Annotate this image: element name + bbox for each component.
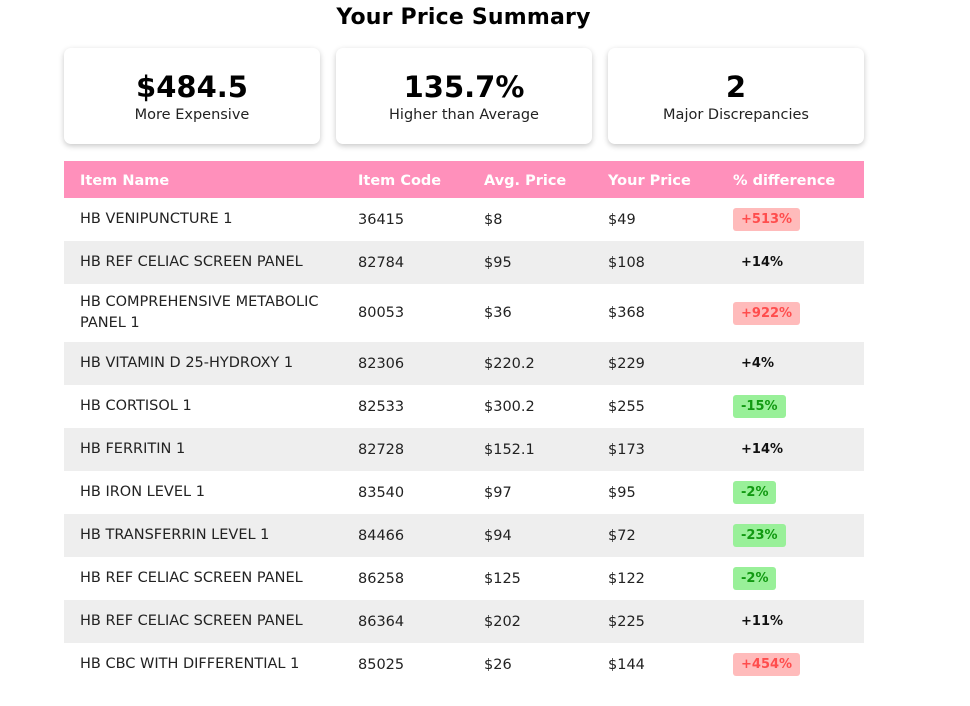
- your-price-cell: $173: [608, 441, 645, 458]
- column-header-item-code: Item Code: [358, 172, 442, 189]
- item-name-cell: HB TRANSFERRIN LEVEL 1: [80, 527, 270, 543]
- item-code-cell: 80053: [358, 305, 405, 321]
- difference-badge: -2%: [733, 481, 777, 504]
- table-row: HB TRANSFERRIN LEVEL 1 84466 $94 $72 -23%: [64, 514, 864, 557]
- item-name-cell: HB REF CELIAC SCREEN PANEL: [80, 254, 303, 270]
- item-name-cell: HB REF CELIAC SCREEN PANEL: [80, 613, 303, 629]
- item-code-cell: 82306: [358, 355, 405, 372]
- table-row: HB IRON LEVEL 1 83540 $97 $95 -2%: [64, 471, 864, 514]
- difference-badge: +11%: [741, 614, 784, 629]
- difference-badge: +513%: [733, 208, 801, 231]
- table-row: HB COMPREHENSIVE METABOLIC PANEL 1 80053 $…: [64, 284, 864, 342]
- difference-badge: +922%: [733, 301, 801, 325]
- table-row: HB CORTISOL 1 82533 $300.2 $255 -15%: [64, 385, 864, 428]
- difference-badge: -23%: [733, 524, 786, 547]
- table-body: HB VENIPUNCTURE 1 36415 $8 $49 +513% HB REF C…: [64, 198, 864, 686]
- column-header-item-name: Item Name: [80, 172, 170, 189]
- item-code-cell: 84466: [358, 527, 405, 544]
- your-price-cell: $144: [608, 656, 645, 673]
- summary-card-major-discrepancies: 2 Major Discrepancies: [608, 48, 864, 144]
- avg-price-cell: $300.2: [484, 398, 535, 415]
- avg-price-cell: $220.2: [484, 355, 535, 372]
- percent-difference-cell: +922%: [717, 284, 864, 342]
- summary-card-value: 135.7%: [403, 70, 525, 104]
- your-price-cell: $72: [608, 527, 636, 544]
- item-code-cell: 86258: [358, 570, 405, 587]
- difference-badge: +14%: [741, 442, 784, 457]
- avg-price-cell: $125: [484, 570, 521, 587]
- avg-price-cell: $8: [484, 211, 503, 228]
- summary-card-value: $484.5: [136, 70, 248, 104]
- percent-difference-cell: +14%: [717, 428, 864, 471]
- table-row: HB FERRITIN 1 82728 $152.1 $173 +14%: [64, 428, 864, 471]
- item-code-cell: 36415: [358, 211, 405, 228]
- avg-price-cell: $202: [484, 613, 521, 630]
- summary-card-label: Major Discrepancies: [663, 107, 809, 123]
- item-name-cell: HB COMPREHENSIVE METABOLIC PANEL 1: [80, 294, 319, 331]
- percent-difference-cell: -2%: [717, 557, 864, 600]
- percent-difference-cell: -23%: [717, 514, 864, 557]
- table-row: HB REF CELIAC SCREEN PANEL 86364 $202 $225 +…: [64, 600, 864, 643]
- table-row: HB VITAMIN D 25-HYDROXY 1 82306 $220.2 $229…: [64, 342, 864, 385]
- avg-price-cell: $26: [484, 656, 512, 673]
- percent-difference-cell: -2%: [717, 471, 864, 514]
- item-name-cell: HB CBC WITH DIFFERENTIAL 1: [80, 656, 300, 672]
- item-code-cell: 83540: [358, 484, 405, 501]
- price-summary-page: Your Price Summary $484.5 More Expensive…: [0, 0, 970, 706]
- summary-card-label: Higher than Average: [389, 107, 539, 123]
- item-name-cell: HB CORTISOL 1: [80, 398, 192, 414]
- item-code-cell: 82784: [358, 254, 405, 271]
- column-header-percent-difference: % difference: [733, 172, 836, 189]
- your-price-cell: $225: [608, 613, 645, 630]
- item-code-cell: 82533: [358, 398, 405, 415]
- item-name-cell: HB REF CELIAC SCREEN PANEL: [80, 570, 303, 586]
- item-name-cell: HB VENIPUNCTURE 1: [80, 211, 233, 227]
- your-price-cell: $95: [608, 484, 636, 501]
- item-name-cell: HB VITAMIN D 25-HYDROXY 1: [80, 355, 294, 371]
- avg-price-cell: $97: [484, 484, 512, 501]
- your-price-cell: $229: [608, 355, 645, 372]
- price-table-container: Item Name Item Code Avg. Price Your Pric…: [64, 161, 864, 686]
- summary-cards: $484.5 More Expensive 135.7% Higher than…: [64, 48, 864, 144]
- your-price-cell: $108: [608, 254, 645, 271]
- your-price-cell: $49: [608, 211, 636, 228]
- summary-card-higher-than-average: 135.7% Higher than Average: [336, 48, 592, 144]
- your-price-cell: $255: [608, 398, 645, 415]
- percent-difference-cell: +4%: [717, 342, 864, 385]
- your-price-cell: $368: [608, 305, 645, 321]
- avg-price-cell: $95: [484, 254, 512, 271]
- avg-price-cell: $152.1: [484, 441, 535, 458]
- table-row: HB REF CELIAC SCREEN PANEL 82784 $95 $108 +1…: [64, 241, 864, 284]
- column-header-your-price: Your Price: [608, 172, 691, 189]
- table-header: Item Name Item Code Avg. Price Your Pric…: [64, 161, 864, 198]
- table-row: HB REF CELIAC SCREEN PANEL 86258 $125 $122 -…: [64, 557, 864, 600]
- avg-price-cell: $36: [484, 305, 512, 321]
- summary-card-more-expensive: $484.5 More Expensive: [64, 48, 320, 144]
- item-code-cell: 85025: [358, 656, 405, 673]
- summary-card-label: More Expensive: [134, 107, 250, 123]
- percent-difference-cell: +513%: [717, 198, 864, 241]
- item-code-cell: 82728: [358, 441, 405, 458]
- percent-difference-cell: -15%: [717, 385, 864, 428]
- difference-badge: +14%: [741, 255, 784, 270]
- difference-badge: +4%: [741, 356, 774, 371]
- column-header-avg-price: Avg. Price: [484, 172, 567, 189]
- difference-badge: +454%: [733, 653, 801, 676]
- item-code-cell: 86364: [358, 613, 405, 630]
- percent-difference-cell: +11%: [717, 600, 864, 643]
- summary-card-value: 2: [725, 70, 747, 104]
- price-table: Item Name Item Code Avg. Price Your Pric…: [64, 161, 864, 686]
- difference-badge: -15%: [733, 395, 786, 418]
- percent-difference-cell: +14%: [717, 241, 864, 284]
- avg-price-cell: $94: [484, 527, 512, 544]
- item-name-cell: HB FERRITIN 1: [80, 441, 186, 457]
- your-price-cell: $122: [608, 570, 645, 587]
- difference-badge: -2%: [733, 567, 777, 590]
- percent-difference-cell: +454%: [717, 643, 864, 686]
- table-row: HB VENIPUNCTURE 1 36415 $8 $49 +513%: [64, 198, 864, 241]
- table-header-row: Item Name Item Code Avg. Price Your Pric…: [64, 161, 864, 198]
- page-title: Your Price Summary: [336, 5, 591, 30]
- table-row: HB CBC WITH DIFFERENTIAL 1 85025 $26 $144 +4…: [64, 643, 864, 686]
- item-name-cell: HB IRON LEVEL 1: [80, 484, 205, 500]
